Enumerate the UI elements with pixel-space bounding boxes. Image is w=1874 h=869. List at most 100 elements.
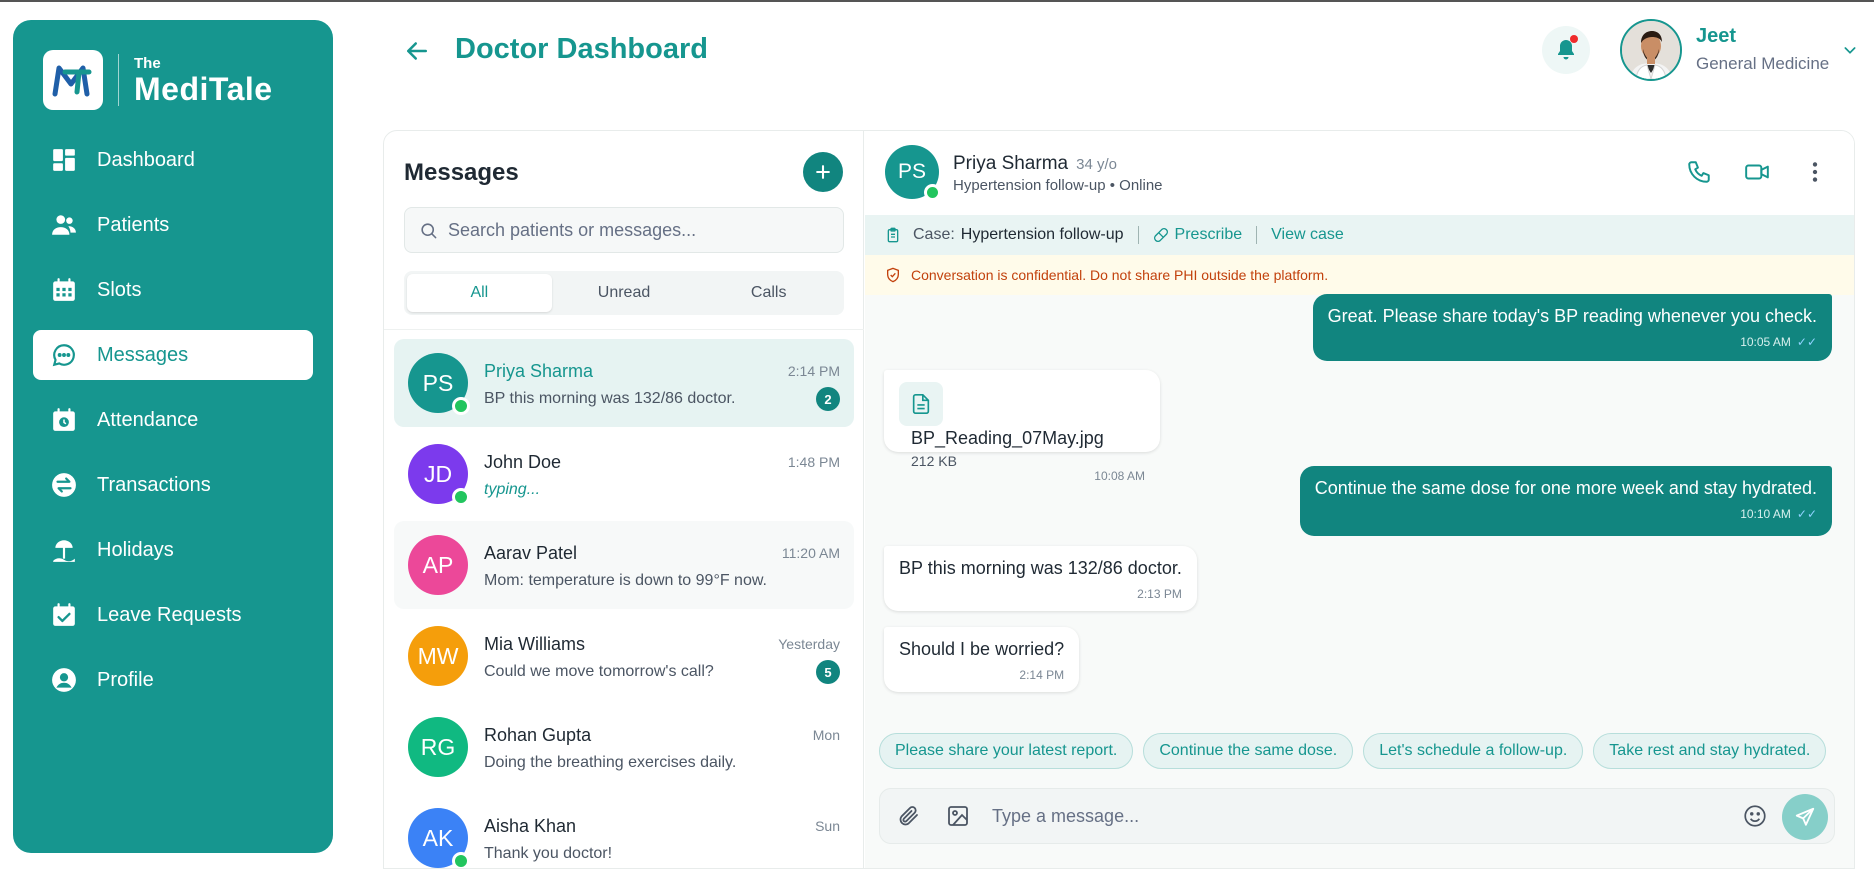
- message-input[interactable]: [992, 805, 1712, 827]
- attendance-icon: [53, 408, 75, 431]
- image-icon[interactable]: [946, 804, 970, 828]
- unread-count-badge: 2: [816, 387, 840, 411]
- clipboard-icon: [887, 227, 899, 243]
- patient-avatar: PS: [408, 353, 470, 415]
- page-title: Doctor Dashboard: [455, 33, 708, 65]
- avatar-initials: PS: [897, 160, 926, 183]
- read-receipt-icon: ✓✓: [1796, 507, 1817, 521]
- user-avatar[interactable]: [1620, 19, 1682, 81]
- conversation-time: 1:48 PM: [787, 454, 840, 470]
- new-conversation-button[interactable]: [803, 152, 843, 192]
- prescribe-link[interactable]: Prescribe: [1153, 226, 1242, 244]
- logo-divider: [118, 54, 119, 106]
- message-thread-overlay: Great. Please share today's BP reading w…: [864, 294, 1855, 734]
- patient-avatar: AP: [408, 535, 468, 595]
- search-box[interactable]: [404, 207, 844, 253]
- chat-patient-age: 34 y/o: [1076, 156, 1117, 173]
- avatar-initials: RG: [420, 733, 456, 760]
- search-input[interactable]: [448, 219, 828, 241]
- shield-check-icon: [887, 267, 899, 283]
- sidebar-item-label: Holidays: [97, 538, 174, 561]
- conversation-item[interactable]: JD John Doe typing... 1:48 PM: [394, 430, 854, 518]
- back-button[interactable]: [402, 36, 432, 66]
- brand-logo[interactable]: The MediTale: [43, 50, 273, 110]
- conversation-panel: Messages All Unread Calls PS Priya Sharm…: [384, 131, 864, 868]
- message-filter-tabs: All Unread Calls: [404, 271, 844, 315]
- user-name[interactable]: Jeet: [1696, 25, 1736, 48]
- message-text: Continue the same dose for one more week…: [1314, 478, 1817, 498]
- dashboard-icon: [53, 149, 75, 171]
- send-icon: [1795, 807, 1815, 826]
- tab-unread[interactable]: Unread: [552, 274, 697, 312]
- brand-name: MediTale: [134, 70, 273, 107]
- avatar-initials: AP: [422, 551, 454, 578]
- online-indicator: [452, 488, 470, 506]
- avatar-initials: PS: [422, 369, 454, 396]
- phone-icon[interactable]: [1686, 159, 1712, 185]
- online-indicator: [452, 397, 470, 415]
- message-meta: 10:05 AM ✓✓: [1328, 335, 1817, 349]
- leave-icon: [53, 603, 75, 626]
- quick-reply-chip[interactable]: Take rest and stay hydrated.: [1593, 733, 1827, 769]
- view-case-link[interactable]: View case: [1271, 226, 1344, 244]
- list-divider: [384, 329, 864, 330]
- notifications-button[interactable]: [1542, 26, 1590, 74]
- conversation-time: 11:20 AM: [781, 545, 840, 561]
- more-options-icon[interactable]: [1802, 159, 1828, 185]
- sidebar-item-label: Attendance: [97, 408, 199, 431]
- emoji-icon[interactable]: [1742, 803, 1768, 829]
- quick-reply-chip[interactable]: Let's schedule a follow-up.: [1363, 733, 1584, 769]
- sidebar-item-transactions[interactable]: Transactions: [33, 460, 313, 510]
- sidebar-item-patients[interactable]: Patients: [33, 200, 313, 250]
- pill-icon: [1153, 228, 1168, 242]
- profile-icon: [52, 668, 76, 692]
- plus-icon: [816, 165, 830, 179]
- notification-dot: [1570, 35, 1578, 43]
- sidebar-item-label: Leave Requests: [97, 603, 242, 626]
- brand-prefix: The: [134, 54, 161, 72]
- send-button[interactable]: [1782, 794, 1828, 840]
- case-value: Hypertension follow-up: [960, 226, 1124, 243]
- online-indicator: [924, 184, 941, 201]
- conversation-item[interactable]: AP Aarav Patel Mom: temperature is down …: [394, 521, 854, 609]
- sidebar-item-label: Dashboard: [97, 148, 195, 171]
- brand-text: The MediTale: [134, 56, 273, 105]
- conversation-item[interactable]: AK Aisha Khan Thank you doctor! Sun: [394, 794, 854, 868]
- chat-icon: [52, 344, 75, 367]
- sidebar-item-leave-requests[interactable]: Leave Requests: [33, 590, 313, 640]
- conversation-item[interactable]: MW Mia Williams Could we move tomorrow's…: [394, 612, 854, 700]
- sidebar-item-messages[interactable]: Messages: [33, 330, 313, 380]
- profile-menu-toggle[interactable]: [1842, 42, 1858, 58]
- conversation-name: Priya Sharma: [484, 361, 594, 381]
- sidebar-item-holidays[interactable]: Holidays: [33, 525, 313, 575]
- sidebar-item-dashboard[interactable]: Dashboard: [33, 135, 313, 185]
- file-info: BP_Reading_07May.jpg 212 KB: [911, 426, 1104, 469]
- conversation-name: Aisha Khan: [484, 816, 577, 836]
- conversation-list: PS Priya Sharma BP this morning was 132/…: [394, 339, 854, 868]
- tab-all[interactable]: All: [407, 274, 552, 312]
- sidebar-item-label: Transactions: [97, 473, 211, 496]
- conversation-item[interactable]: RG Rohan Gupta Doing the breathing exerc…: [394, 703, 854, 791]
- video-call-icon[interactable]: [1744, 159, 1770, 185]
- sidebar-item-attendance[interactable]: Attendance: [33, 395, 313, 445]
- quick-reply-chip[interactable]: Please share your latest report.: [879, 733, 1134, 769]
- file-message[interactable]: BP_Reading_07May.jpg 212 KB 10:08 AM: [884, 370, 1160, 483]
- sidebar-item-label: Patients: [97, 213, 170, 236]
- quick-reply-chip[interactable]: Continue the same dose.: [1143, 733, 1354, 769]
- chat-patient-status: Hypertension follow-up • Online: [953, 177, 1163, 194]
- chat-patient-avatar[interactable]: PS: [885, 145, 941, 201]
- message-composer: [879, 788, 1835, 844]
- conversation-name: Aarav Patel: [484, 543, 578, 563]
- arrow-left-icon: [407, 42, 427, 60]
- avatar-initials: MW: [417, 642, 459, 669]
- file-name: BP_Reading_07May.jpg: [911, 428, 1104, 448]
- avatar-initials: JD: [423, 460, 453, 487]
- sidebar-item-profile[interactable]: Profile: [33, 655, 313, 705]
- conversation-item[interactable]: PS Priya Sharma BP this morning was 132/…: [394, 339, 854, 427]
- attachment-icon[interactable]: [896, 804, 920, 828]
- sidebar-item-label: Profile: [97, 668, 154, 691]
- file-size: 212 KB: [911, 453, 957, 469]
- confidential-text: Conversation is confidential. Do not sha…: [911, 267, 1329, 283]
- sidebar-item-slots[interactable]: Slots: [33, 265, 313, 315]
- tab-calls[interactable]: Calls: [696, 274, 841, 312]
